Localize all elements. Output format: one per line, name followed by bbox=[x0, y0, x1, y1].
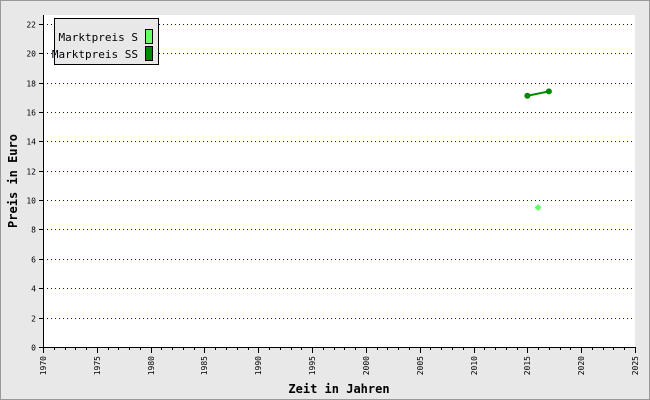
data-point bbox=[545, 88, 552, 95]
x-tick-label: 1975 bbox=[93, 356, 102, 375]
legend: Marktpreis S Marktpreis SS bbox=[52, 18, 159, 65]
x-tick-label: 1995 bbox=[308, 356, 317, 375]
legend-swatch bbox=[145, 46, 153, 61]
y-tick-label: 10 bbox=[26, 197, 36, 206]
y-tick-label: 22 bbox=[26, 21, 36, 30]
chart-svg: 0 2 4 6 8 10 12 14 16 18 20 22 1970 1975 1980 1985 1990 1… bbox=[0, 0, 650, 400]
y-tick-label: 8 bbox=[31, 226, 36, 235]
x-tick-label: 2015 bbox=[523, 356, 532, 375]
x-tick-label: 2025 bbox=[631, 356, 640, 375]
chart: 0 2 4 6 8 10 12 14 16 18 20 22 1970 1975 1980 1985 1990 1… bbox=[0, 0, 650, 400]
legend-label: Marktpreis S bbox=[59, 31, 138, 44]
x-tick-label: 2000 bbox=[362, 356, 371, 375]
y-tick-label: 4 bbox=[31, 285, 36, 294]
x-tick-label: 2005 bbox=[416, 356, 425, 375]
y-axis-label: Preis in Euro bbox=[6, 134, 20, 228]
y-tick-label: 18 bbox=[26, 80, 36, 89]
x-tick-label: 1970 bbox=[39, 356, 48, 375]
legend-label: Marktpreis SS bbox=[52, 48, 138, 61]
x-tick-label: 1980 bbox=[147, 356, 156, 375]
y-tick-label: 14 bbox=[26, 138, 36, 147]
x-tick-label: 2020 bbox=[577, 356, 586, 375]
legend-swatch bbox=[145, 29, 153, 44]
data-point bbox=[524, 92, 531, 99]
x-tick-label: 1985 bbox=[200, 356, 209, 375]
y-tick-label: 12 bbox=[26, 168, 36, 177]
y-tick-label: 6 bbox=[31, 256, 36, 265]
x-axis-label: Zeit in Jahren bbox=[288, 382, 389, 396]
x-tick-label: 1990 bbox=[254, 356, 263, 375]
y-tick-label: 0 bbox=[31, 344, 36, 353]
y-tick-label: 20 bbox=[26, 50, 36, 59]
x-tick-label: 2010 bbox=[470, 356, 479, 375]
y-tick-label: 16 bbox=[26, 109, 36, 118]
y-tick-label: 2 bbox=[31, 315, 36, 324]
